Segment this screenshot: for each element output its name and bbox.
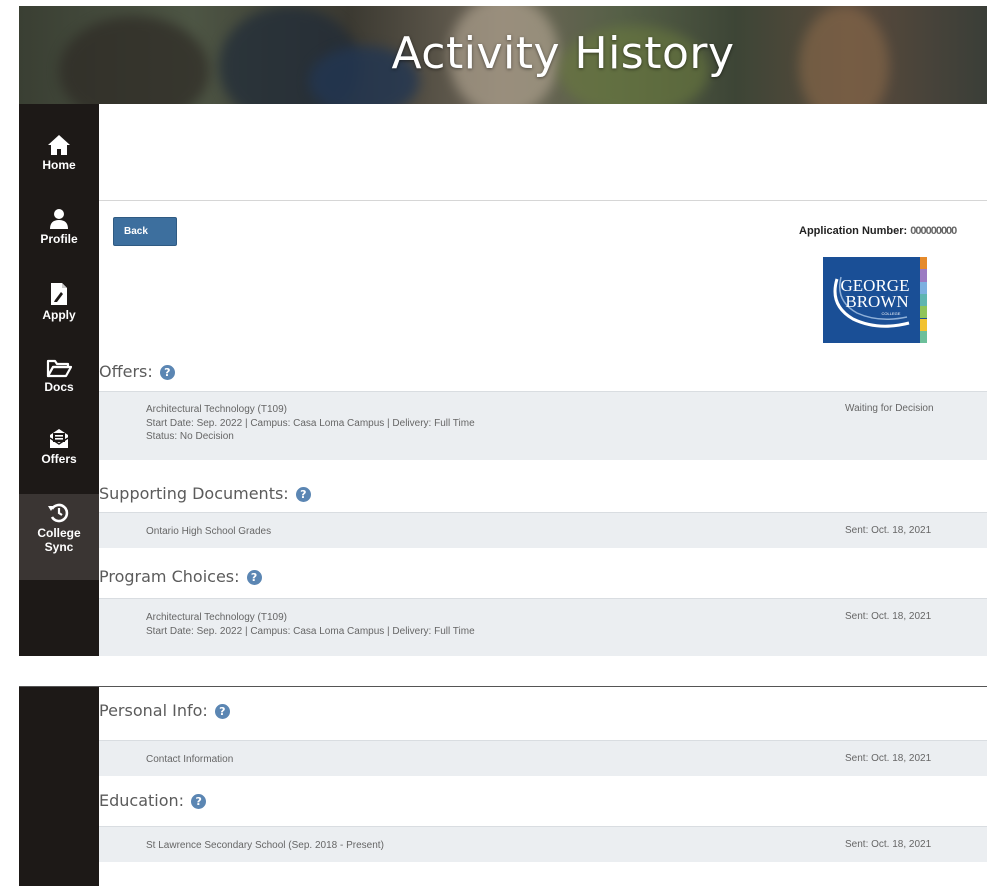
sidebar-item-label: Apply — [42, 308, 76, 322]
sidebar-item-label-line2: Sync — [44, 540, 74, 554]
item-title: Ontario High School Grades — [146, 526, 272, 537]
logo-line3: COLLEGE — [882, 311, 901, 316]
logo-line2: BROWN — [845, 292, 908, 311]
list-item: Architectural Technology (T109) Start Da… — [99, 391, 987, 460]
sidebar-item-docs[interactable]: Docs — [19, 358, 99, 394]
main-content: Personal Info: ? Contact Information Sen… — [99, 687, 987, 886]
list-item: Contact Information Sent: Oct. 18, 2021 — [99, 740, 987, 776]
sidebar-nav: Home Profile Apply Docs Offers College S… — [19, 104, 99, 656]
section-title-text: Personal Info: — [99, 701, 208, 720]
sidebar-item-college-sync[interactable]: College Sync — [19, 494, 99, 580]
section-title-program-choices: Program Choices: ? — [99, 567, 262, 586]
college-logo: GEORGE BROWN COLLEGE — [823, 257, 927, 343]
section-title-education: Education: ? — [99, 791, 207, 810]
back-button[interactable]: Back — [113, 217, 177, 246]
help-icon[interactable]: ? — [295, 487, 311, 502]
item-status-line: Status: No Decision — [146, 431, 234, 442]
help-icon[interactable]: ? — [214, 704, 230, 719]
app-window-top: Activity History Home Profile Apply Docs… — [19, 6, 987, 656]
sidebar-item-label: Home — [42, 158, 76, 172]
list-item: Ontario High School Grades Sent: Oct. 18… — [99, 512, 987, 548]
list-item: Architectural Technology (T109) Start Da… — [99, 598, 987, 656]
sidebar-item-profile[interactable]: Profile — [19, 208, 99, 246]
app-window-bottom: Personal Info: ? Contact Information Sen… — [19, 686, 987, 886]
sidebar-item-label: College — [37, 526, 81, 540]
hero-banner: Activity History — [19, 6, 987, 104]
section-title-offers: Offers: ? — [99, 362, 175, 381]
item-status: Sent: Oct. 18, 2021 — [845, 839, 932, 850]
sidebar-nav — [19, 687, 99, 886]
sidebar-item-label: Docs — [44, 380, 74, 394]
section-title-text: Program Choices: — [99, 567, 240, 586]
application-number-value: 000000000 — [910, 225, 957, 237]
section-title-text: Supporting Documents: — [99, 484, 289, 503]
home-icon — [48, 135, 70, 155]
help-icon[interactable]: ? — [191, 794, 207, 809]
item-title: Architectural Technology (T109) — [146, 612, 287, 623]
help-icon[interactable]: ? — [159, 365, 175, 380]
application-number: Application Number: 000000000 — [799, 225, 957, 237]
divider — [99, 200, 987, 201]
list-item: St Lawrence Secondary School (Sep. 2018 … — [99, 826, 987, 862]
sidebar-item-offers[interactable]: Offers — [19, 426, 99, 466]
main-content: Back Application Number: 000000000 GEORG… — [99, 104, 987, 656]
item-status: Sent: Oct. 18, 2021 — [845, 753, 932, 764]
page-title: Activity History — [391, 28, 735, 79]
sidebar-item-label: Profile — [40, 232, 78, 246]
item-title: St Lawrence Secondary School (Sep. 2018 … — [146, 840, 384, 851]
document-pen-icon — [51, 283, 67, 305]
folder-icon — [46, 359, 72, 378]
user-icon — [50, 209, 68, 229]
sidebar-item-label: Offers — [41, 452, 77, 466]
item-details: Start Date: Sep. 2022 | Campus: Casa Lom… — [146, 625, 475, 637]
item-title: Contact Information — [146, 754, 234, 765]
item-status: Sent: Oct. 18, 2021 — [845, 525, 932, 536]
section-title-personal-info: Personal Info: ? — [99, 701, 230, 720]
envelope-icon — [49, 429, 69, 448]
item-details: Start Date: Sep. 2022 | Campus: Casa Lom… — [146, 417, 475, 429]
item-title: Architectural Technology (T109) — [146, 404, 287, 415]
section-title-text: Offers: — [99, 362, 153, 381]
section-title-supporting-documents: Supporting Documents: ? — [99, 484, 311, 503]
item-status: Sent: Oct. 18, 2021 — [845, 611, 932, 622]
sidebar-item-home[interactable]: Home — [19, 134, 99, 172]
section-title-text: Education: — [99, 791, 185, 810]
application-number-label: Application Number: — [799, 225, 908, 237]
sidebar-item-apply[interactable]: Apply — [19, 282, 99, 322]
item-status: Waiting for Decision — [845, 403, 934, 414]
history-icon — [48, 503, 69, 523]
help-icon[interactable]: ? — [246, 570, 262, 585]
